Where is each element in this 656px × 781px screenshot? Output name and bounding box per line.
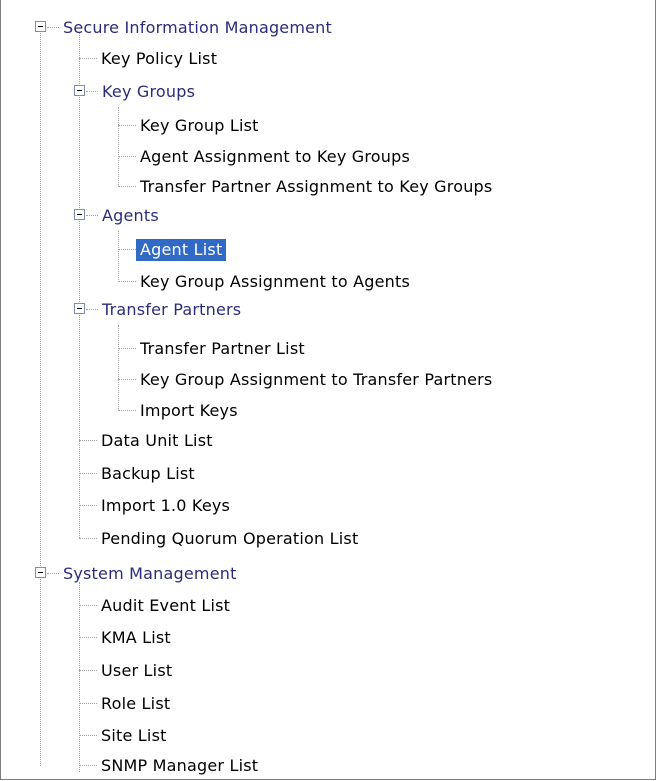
tree-node-site-list: Site List xyxy=(1,720,655,751)
tree-label-secure-information-management[interactable]: Secure Information Management xyxy=(59,17,336,39)
tree-node-agent-list: Agent List xyxy=(1,234,655,265)
tree-connector xyxy=(118,125,136,126)
tree-node-key-group-assignment-to-transfer-partners: Key Group Assignment to Transfer Partner… xyxy=(1,364,655,395)
collapse-icon[interactable] xyxy=(74,209,85,220)
tree-label-site-list[interactable]: Site List xyxy=(97,725,171,747)
tree-label-agent-assignment-to-key-groups[interactable]: Agent Assignment to Key Groups xyxy=(136,146,414,168)
tree-node-kma-list: KMA List xyxy=(1,622,655,653)
tree-node-backup-list: Backup List xyxy=(1,458,655,489)
tree-node-user-list: User List xyxy=(1,655,655,686)
tree-label-import-1-0-keys[interactable]: Import 1.0 Keys xyxy=(97,495,234,517)
collapse-icon[interactable] xyxy=(35,21,46,32)
collapse-icon[interactable] xyxy=(74,85,85,96)
tree-connector xyxy=(79,440,97,441)
tree-node-role-list: Role List xyxy=(1,688,655,719)
tree-label-transfer-partner-assignment-to-key-groups[interactable]: Transfer Partner Assignment to Key Group… xyxy=(136,176,496,198)
tree-node-snmp-manager-list: SNMP Manager List xyxy=(1,750,655,779)
tree-connector xyxy=(47,27,59,28)
tree-label-agent-list-selected[interactable]: Agent List xyxy=(136,239,227,261)
tree-connector xyxy=(86,91,98,92)
tree-connector xyxy=(118,348,136,349)
tree-label-transfer-partners[interactable]: Transfer Partners xyxy=(98,299,245,321)
tree-node-secure-information-management: Secure Information Management xyxy=(1,12,655,43)
tree-node-import-keys: Import Keys xyxy=(1,395,655,426)
tree-connector xyxy=(79,670,97,671)
collapse-icon[interactable] xyxy=(74,303,85,314)
tree-node-agents: Agents xyxy=(1,200,655,231)
tree-connector xyxy=(86,215,98,216)
tree-connector xyxy=(79,605,97,606)
navigation-tree: Secure Information Management Key Policy… xyxy=(1,0,655,779)
navigation-panel: Secure Information Management Key Policy… xyxy=(0,0,656,780)
tree-label-transfer-partner-list[interactable]: Transfer Partner List xyxy=(136,338,309,360)
tree-node-agent-assignment-to-key-groups: Agent Assignment to Key Groups xyxy=(1,141,655,172)
collapse-icon[interactable] xyxy=(35,567,46,578)
tree-label-agents[interactable]: Agents xyxy=(98,205,163,227)
tree-connector xyxy=(118,379,136,380)
tree-node-key-groups: Key Groups xyxy=(1,76,655,107)
tree-connector xyxy=(118,410,136,411)
tree-label-user-list[interactable]: User List xyxy=(97,660,176,682)
tree-node-import-1-0-keys: Import 1.0 Keys xyxy=(1,490,655,521)
tree-label-role-list[interactable]: Role List xyxy=(97,693,174,715)
tree-connector xyxy=(79,58,97,59)
tree-node-key-group-list: Key Group List xyxy=(1,110,655,141)
tree-connector xyxy=(118,156,136,157)
tree-node-key-policy-list: Key Policy List xyxy=(1,43,655,74)
tree-label-audit-event-list[interactable]: Audit Event List xyxy=(97,595,234,617)
tree-label-backup-list[interactable]: Backup List xyxy=(97,463,199,485)
tree-label-key-group-assignment-to-agents[interactable]: Key Group Assignment to Agents xyxy=(136,271,414,293)
tree-label-import-keys[interactable]: Import Keys xyxy=(136,400,242,422)
tree-node-data-unit-list: Data Unit List xyxy=(1,425,655,456)
tree-node-audit-event-list: Audit Event List xyxy=(1,590,655,621)
tree-node-transfer-partners: Transfer Partners xyxy=(1,294,655,325)
tree-label-key-policy-list[interactable]: Key Policy List xyxy=(97,48,221,70)
tree-connector xyxy=(118,249,136,250)
tree-node-pending-quorum-operation-list: Pending Quorum Operation List xyxy=(1,523,655,554)
tree-label-key-group-assignment-to-transfer-partners[interactable]: Key Group Assignment to Transfer Partner… xyxy=(136,369,496,391)
tree-node-system-management: System Management xyxy=(1,558,655,589)
tree-connector xyxy=(79,538,97,539)
tree-connector xyxy=(79,765,97,766)
tree-label-system-management[interactable]: System Management xyxy=(59,563,241,585)
tree-label-key-groups[interactable]: Key Groups xyxy=(98,81,199,103)
tree-node-transfer-partner-list: Transfer Partner List xyxy=(1,333,655,364)
tree-label-pending-quorum-operation-list[interactable]: Pending Quorum Operation List xyxy=(97,528,362,550)
tree-label-kma-list[interactable]: KMA List xyxy=(97,627,175,649)
tree-connector xyxy=(79,735,97,736)
tree-connector xyxy=(86,309,98,310)
tree-label-key-group-list[interactable]: Key Group List xyxy=(136,115,263,137)
tree-node-key-group-assignment-to-agents: Key Group Assignment to Agents xyxy=(1,266,655,297)
tree-node-transfer-partner-assignment-to-key-groups: Transfer Partner Assignment to Key Group… xyxy=(1,171,655,202)
tree-connector xyxy=(47,573,59,574)
tree-connector xyxy=(79,505,97,506)
tree-connector xyxy=(118,186,136,187)
tree-connector xyxy=(79,473,97,474)
tree-label-snmp-manager-list[interactable]: SNMP Manager List xyxy=(97,755,262,777)
tree-connector xyxy=(79,637,97,638)
tree-label-data-unit-list[interactable]: Data Unit List xyxy=(97,430,217,452)
tree-connector xyxy=(118,281,136,282)
tree-connector xyxy=(79,703,97,704)
